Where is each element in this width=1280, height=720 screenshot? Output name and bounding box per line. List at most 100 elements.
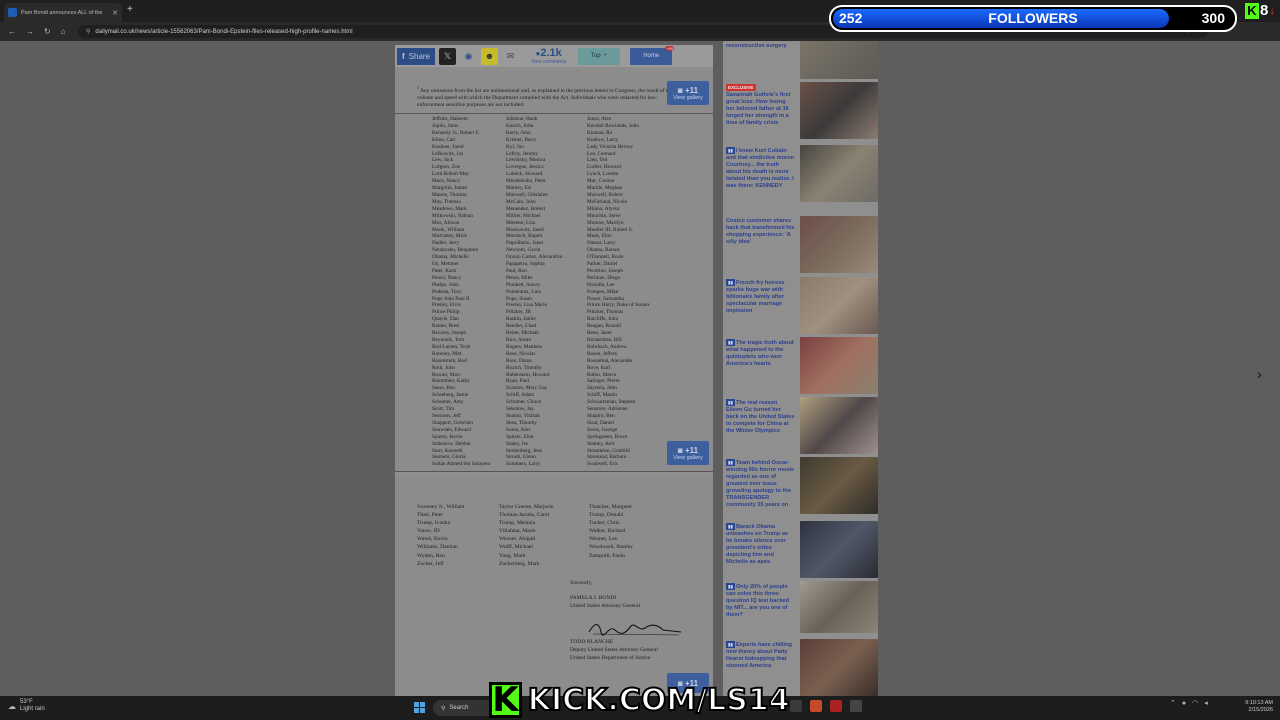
name-entry: Pope, Susan xyxy=(506,295,532,302)
view-gallery-button[interactable]: ◙ +11 View gallery xyxy=(667,441,709,465)
name-entry: Schiff, Adam xyxy=(506,392,535,399)
brave-icon[interactable] xyxy=(810,700,822,712)
name-entry: Ruemmler, Kathy xyxy=(432,378,470,385)
comments-button[interactable]: ●2.1k View comments xyxy=(531,47,566,65)
sidebar-item-text: ▮▮ I knew Kurt Cobain and that vindictive… xyxy=(723,145,798,192)
name-entry: Trump, Melania xyxy=(499,520,536,527)
name-entry: Milkowski, Nathan xyxy=(432,212,473,219)
thumbnail-image xyxy=(800,216,878,273)
sidebar-item[interactable]: ▮▮ Barack Obama unleashes on Trump as he … xyxy=(723,521,878,578)
sidebar-item-text: ▮▮ Experts have chilling new theory about… xyxy=(723,639,798,672)
sidebar-item[interactable]: ▮▮ Only 20% of people can solve this thre… xyxy=(723,581,878,633)
sidebar-item[interactable]: ▮▮ French fry heiress sparks huge war wit… xyxy=(723,277,878,334)
name-entry: Shappert, Gretchen xyxy=(432,419,473,426)
page2-column-1: Sweeney Jr., William Thiel, Peter Trump, I… xyxy=(417,503,465,568)
mic-icon[interactable]: ● xyxy=(1182,700,1186,707)
new-tag-icon: ▮▮ xyxy=(726,147,735,154)
chevron-up-icon: ⌃ xyxy=(602,53,608,60)
app-icon[interactable] xyxy=(850,700,862,712)
name-entry: Schumer, Chuck xyxy=(506,399,542,406)
name-entry: Mulvaney, Mick xyxy=(432,233,467,240)
name-entry: Rosen, Jeffrey xyxy=(587,350,618,357)
snapchat-icon[interactable]: ☻ xyxy=(481,47,499,65)
terminal-icon[interactable] xyxy=(790,700,802,712)
name-entry: Oz, Mehmet xyxy=(432,261,459,268)
back-icon[interactable]: ← xyxy=(8,27,16,36)
name-entry: Stabenow, Debbie xyxy=(432,440,471,447)
name-entry: Reiter, Michael xyxy=(506,330,539,337)
headline: reconstructive surgery xyxy=(726,43,787,49)
view-gallery-button[interactable]: ◙ +11 View gallery xyxy=(667,81,709,105)
name-entry: Steinem, Gloria xyxy=(432,454,466,461)
name-entry: Netanyahu, Benjamin xyxy=(432,247,479,254)
sidebar-item[interactable]: Costco customer shares hack that transfo… xyxy=(723,216,878,273)
name-entry: Meadows, Mark xyxy=(432,205,467,212)
clock[interactable]: 9:10:13 AM 2/15/2026 xyxy=(1235,700,1273,714)
name-entry: Presley, Elvis xyxy=(432,302,461,309)
facebook-icon: f xyxy=(402,51,405,61)
name-entry: Wolff, Michael xyxy=(499,544,533,551)
x-share-icon[interactable]: 𝕏 xyxy=(439,47,457,65)
name-entry: Scott, Tim xyxy=(432,406,455,413)
kick-banner: K KICK.COM/LS14 xyxy=(489,680,791,720)
name-entry: Phelps, John xyxy=(432,281,459,288)
name-entry: Rogers, Matthew xyxy=(506,343,543,350)
sidebar-item-text: ▮▮ French fry heiress sparks huge war wit… xyxy=(723,277,798,317)
email-icon[interactable]: ✉ xyxy=(502,47,520,65)
home-icon[interactable]: ⌂ xyxy=(61,27,66,36)
name-entry: Lady Victoria Hervey xyxy=(587,143,634,150)
forward-icon[interactable]: → xyxy=(26,27,34,36)
chevron-up-icon[interactable]: ⌃ xyxy=(1170,699,1176,707)
weather-widget[interactable]: ☁ 53°F Light rain xyxy=(8,699,45,713)
new-tag-icon: ▮▮ xyxy=(726,279,735,286)
windows-start-icon[interactable] xyxy=(414,702,425,713)
kick-logo-icon: K xyxy=(1245,2,1259,19)
chevron-right-icon[interactable]: › xyxy=(1257,366,1262,382)
name-entry: Warsh, Kevin xyxy=(417,536,448,543)
name-entry: Joplin, Janis xyxy=(432,122,459,129)
facebook-share-button[interactable]: f Share xyxy=(397,47,436,65)
name-entry: Wexner, Abigail xyxy=(499,536,536,543)
gallery-count-value: +11 xyxy=(684,85,699,95)
comments-label: View comments xyxy=(531,59,567,65)
sidebar-item[interactable]: ▮▮ The real reason Eileen Gu turned her b… xyxy=(723,397,878,454)
name-entry: Musk, Elon xyxy=(587,233,612,240)
name-entry: Lord Robert May xyxy=(432,171,470,178)
name-entry: Papapetru, Sophia xyxy=(506,261,545,268)
browser-tab[interactable]: Pam Bondi announces ALL of the ✕ xyxy=(4,3,122,22)
name-entry: Nadler, Jerry xyxy=(432,240,460,247)
sidebar-item[interactable]: ▮▮ The tragic truth about what happened t… xyxy=(723,337,878,394)
name-entry: Lofgren, Zoe xyxy=(432,164,460,171)
top-button[interactable]: Top ⌃ xyxy=(578,47,621,65)
messenger-icon[interactable]: ◉ xyxy=(460,47,478,65)
volume-icon[interactable]: ◂ xyxy=(1204,699,1208,707)
signature-image xyxy=(588,623,682,636)
name-entry: Pompeo, Mike xyxy=(587,288,619,295)
name-entry: Prince Philip xyxy=(432,309,460,316)
new-tag-icon: ▮▮ xyxy=(726,583,735,590)
sidebar-item[interactable]: ▮▮ Team behind Oscar-winning 90s horror m… xyxy=(723,457,878,514)
name-entry: Stoltenberg, Jens xyxy=(506,447,543,454)
wifi-icon[interactable]: ◠ xyxy=(1192,699,1198,707)
site-info-icon[interactable]: ⚲ xyxy=(86,28,90,35)
obs-icon[interactable] xyxy=(830,700,842,712)
name-entry: Menendez, Robert xyxy=(506,205,546,212)
name-entry: Thiel, Peter xyxy=(417,512,444,519)
screen: Pam Bondi announces ALL of the ✕ + ← → ↻… xyxy=(0,0,1280,720)
sidebar-item[interactable]: reconstructive surgery xyxy=(723,41,878,79)
new-tab-icon[interactable]: + xyxy=(127,4,133,15)
name-entry: Spacey, Kevin xyxy=(432,433,463,440)
name-entry: Moeeno, Lisa xyxy=(506,219,536,226)
name-entry: Schumer, Amy xyxy=(432,399,464,406)
sidebar-item[interactable]: EXCLUSIVE Savannah Guthrie's first great … xyxy=(723,82,878,139)
name-entry: Jones, Alex xyxy=(587,116,612,122)
name-entry: Ratcliffe, John xyxy=(587,316,619,323)
document-page-1: 1 Any omissions from the list are uninte… xyxy=(395,67,713,472)
reload-icon[interactable]: ↻ xyxy=(44,27,51,36)
sidebar-item[interactable]: ▮▮ Experts have chilling new theory about… xyxy=(723,639,878,696)
close-tab-icon[interactable]: ✕ xyxy=(112,9,118,17)
pinned-apps xyxy=(790,700,862,712)
home-button[interactable]: Home +99 xyxy=(630,45,675,65)
name-entry: Maxwell, Ghislaine xyxy=(506,191,548,198)
sidebar-item[interactable]: ▮▮ I knew Kurt Cobain and that vindictive… xyxy=(723,145,878,202)
